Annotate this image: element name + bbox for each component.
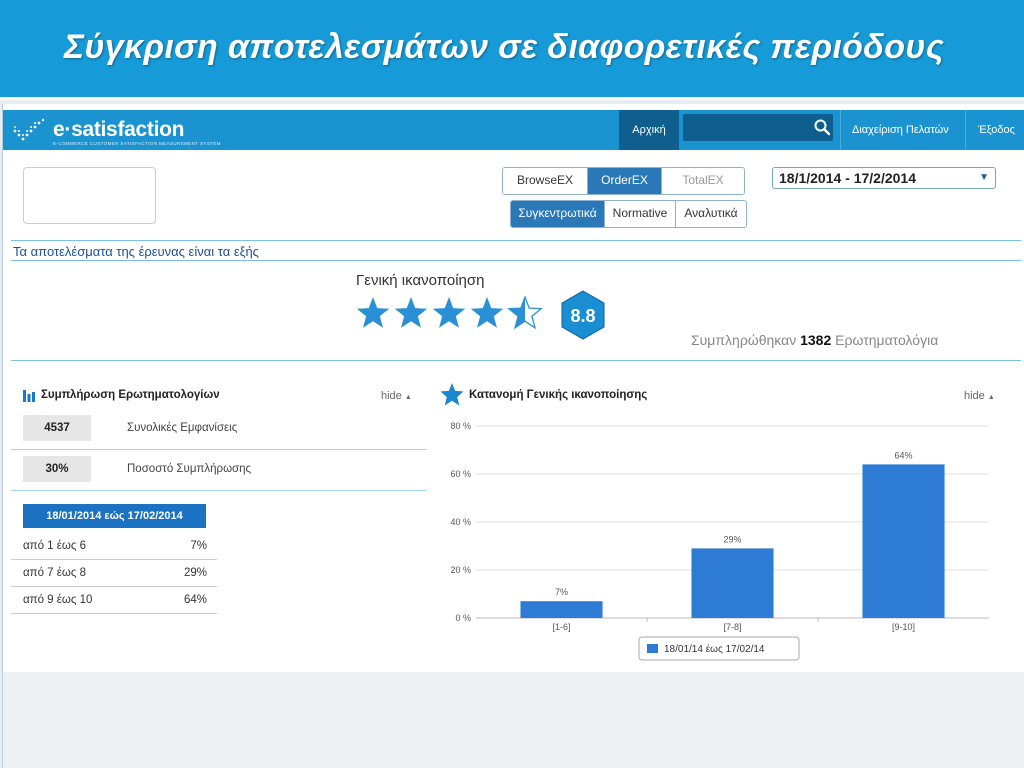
tab-browseex[interactable]: BrowseEX bbox=[503, 168, 588, 194]
top-navbar: e·satisfaction E-COMMERCE CUSTOMER SATIS… bbox=[3, 110, 1024, 150]
data-label: 29% bbox=[723, 534, 741, 544]
completion-panel-title: Συμπλήρωση Ερωτηματολογίων bbox=[41, 389, 220, 401]
chart-legend[interactable]: 18/01/14 έως 17/02/14 bbox=[638, 636, 800, 661]
caret-up-icon: ▲ bbox=[404, 394, 412, 401]
score-value: 8.8 bbox=[570, 306, 595, 326]
overall-satisfaction-title: Γενική ικανοποίηση bbox=[356, 272, 485, 289]
slide-header: Σύγκριση αποτελεσμάτων σε διαφορετικές π… bbox=[0, 0, 1024, 100]
nav-divider bbox=[965, 110, 966, 150]
divider bbox=[11, 449, 427, 450]
tab-normative[interactable]: Normative bbox=[605, 201, 676, 227]
y-tick-label: 20 % bbox=[450, 565, 471, 575]
bar[interactable] bbox=[862, 464, 945, 618]
caret-up-icon: ▲ bbox=[987, 394, 995, 401]
distribution-panel-title: Κατανομή Γενικής ικανοποίησης bbox=[469, 389, 648, 401]
range-row: από 9 έως 10 64% bbox=[11, 587, 217, 614]
star-rating bbox=[356, 296, 543, 330]
app-screenshot: e·satisfaction E-COMMERCE CUSTOMER SATIS… bbox=[2, 104, 1024, 768]
tab-orderex[interactable]: OrderEX bbox=[588, 168, 662, 194]
hide-label: hide bbox=[964, 390, 985, 402]
legend-swatch bbox=[647, 644, 658, 653]
total-impressions-label: Συνολικές Εμφανίσεις bbox=[127, 422, 238, 434]
chevron-down-icon: ▼ bbox=[979, 172, 989, 183]
completion-hide-toggle[interactable]: hide ▲ bbox=[381, 390, 412, 402]
y-tick-label: 0 % bbox=[455, 613, 471, 623]
data-label: 64% bbox=[894, 450, 912, 460]
completion-rate-value: 30% bbox=[23, 456, 91, 482]
search-box bbox=[683, 114, 833, 141]
period-header: 18/01/2014 εώς 17/02/2014 bbox=[23, 504, 206, 528]
y-tick-label: 80 % bbox=[450, 421, 471, 431]
tab-summary[interactable]: Συγκεντρωτικά bbox=[511, 201, 605, 227]
range-label: από 1 έως 6 bbox=[23, 540, 87, 552]
completed-prefix: Συμπληρώθηκαν bbox=[691, 332, 797, 348]
bar[interactable] bbox=[691, 548, 774, 618]
distribution-hide-toggle[interactable]: hide ▲ bbox=[964, 390, 995, 402]
score-badge: 8.8 bbox=[561, 290, 605, 340]
y-tick-label: 40 % bbox=[450, 517, 471, 527]
brand-logo[interactable]: e·satisfaction E-COMMERCE CUSTOMER SATIS… bbox=[11, 118, 221, 146]
hide-label: hide bbox=[381, 390, 402, 402]
range-label: από 9 έως 10 bbox=[23, 594, 93, 606]
star-full-icon bbox=[356, 297, 390, 328]
divider bbox=[11, 490, 427, 491]
x-tick-label: [9-10] bbox=[892, 622, 915, 632]
divider bbox=[11, 240, 1021, 241]
divider bbox=[11, 360, 1021, 361]
view-tabs: Συγκεντρωτικά Normative Αναλυτικά bbox=[510, 200, 747, 228]
x-tick-label: [7-8] bbox=[723, 622, 741, 632]
range-value: 64% bbox=[183, 594, 207, 606]
bar-chart-icon bbox=[23, 390, 35, 402]
tab-totalex[interactable]: TotalEX bbox=[662, 168, 744, 194]
nav-home[interactable]: Αρχική bbox=[619, 110, 679, 150]
data-label: 7% bbox=[555, 587, 568, 597]
client-logo-placeholder bbox=[23, 167, 156, 224]
completion-rate-label: Ποσοστό Συμπλήρωσης bbox=[127, 463, 252, 475]
bar-chart: 0 % 20 % 40 % 60 % 80 % 7% [1-6] 29% [7-8] 64% [9-… bbox=[450, 421, 989, 661]
survey-type-tabs: BrowseEX OrderEX TotalEX bbox=[502, 167, 745, 195]
checkmark-logo-icon bbox=[13, 118, 45, 141]
star-full-icon bbox=[470, 297, 504, 328]
completed-count-line: Συμπληρώθηκαν 1382 Ερωτηματολόγια bbox=[691, 332, 938, 348]
distribution-chart: 0 % 20 % 40 % 60 % 80 % 7% [1-6] 29% [7-8] 64% [9-… bbox=[439, 412, 997, 670]
results-intro: Τα αποτελέσματα της έρευνας είναι τα εξή… bbox=[13, 244, 259, 259]
brand-tagline: E-COMMERCE CUSTOMER SATISFACTION MEASURE… bbox=[53, 141, 221, 146]
star-icon bbox=[440, 383, 464, 406]
star-full-icon bbox=[432, 297, 466, 328]
bar[interactable] bbox=[520, 601, 603, 618]
x-tick-label: [1-6] bbox=[552, 622, 570, 632]
range-label: από 7 έως 8 bbox=[23, 567, 87, 579]
date-range-value: 18/1/2014 - 17/2/2014 bbox=[779, 170, 917, 186]
completed-count: 1382 bbox=[800, 332, 832, 348]
star-full-icon bbox=[394, 297, 428, 328]
range-value: 7% bbox=[190, 540, 207, 552]
search-input[interactable] bbox=[687, 117, 805, 137]
tab-detailed[interactable]: Αναλυτικά bbox=[676, 201, 746, 227]
slide-title: Σύγκριση αποτελεσμάτων σε διαφορετικές π… bbox=[64, 28, 945, 66]
search-icon[interactable] bbox=[813, 118, 831, 136]
nav-divider bbox=[840, 110, 841, 150]
divider bbox=[11, 260, 1021, 261]
nav-logout[interactable]: Έξοδος bbox=[978, 110, 1015, 150]
y-tick-label: 60 % bbox=[450, 469, 471, 479]
range-value: 29% bbox=[183, 567, 207, 579]
total-impressions-value: 4537 bbox=[23, 415, 91, 441]
completed-suffix: Ερωτηματολόγια bbox=[835, 332, 939, 348]
range-row: από 1 έως 6 7% bbox=[11, 533, 217, 560]
app-footer-area bbox=[3, 672, 1024, 768]
date-range-select[interactable]: 18/1/2014 - 17/2/2014 ▼ bbox=[772, 167, 996, 189]
legend-label: 18/01/14 έως 17/02/14 bbox=[664, 643, 765, 655]
brand-name: e·satisfaction bbox=[53, 118, 185, 141]
nav-customers[interactable]: Διαχείριση Πελατών bbox=[852, 110, 949, 150]
range-row: από 7 έως 8 29% bbox=[11, 560, 217, 587]
star-half-icon bbox=[507, 296, 543, 330]
